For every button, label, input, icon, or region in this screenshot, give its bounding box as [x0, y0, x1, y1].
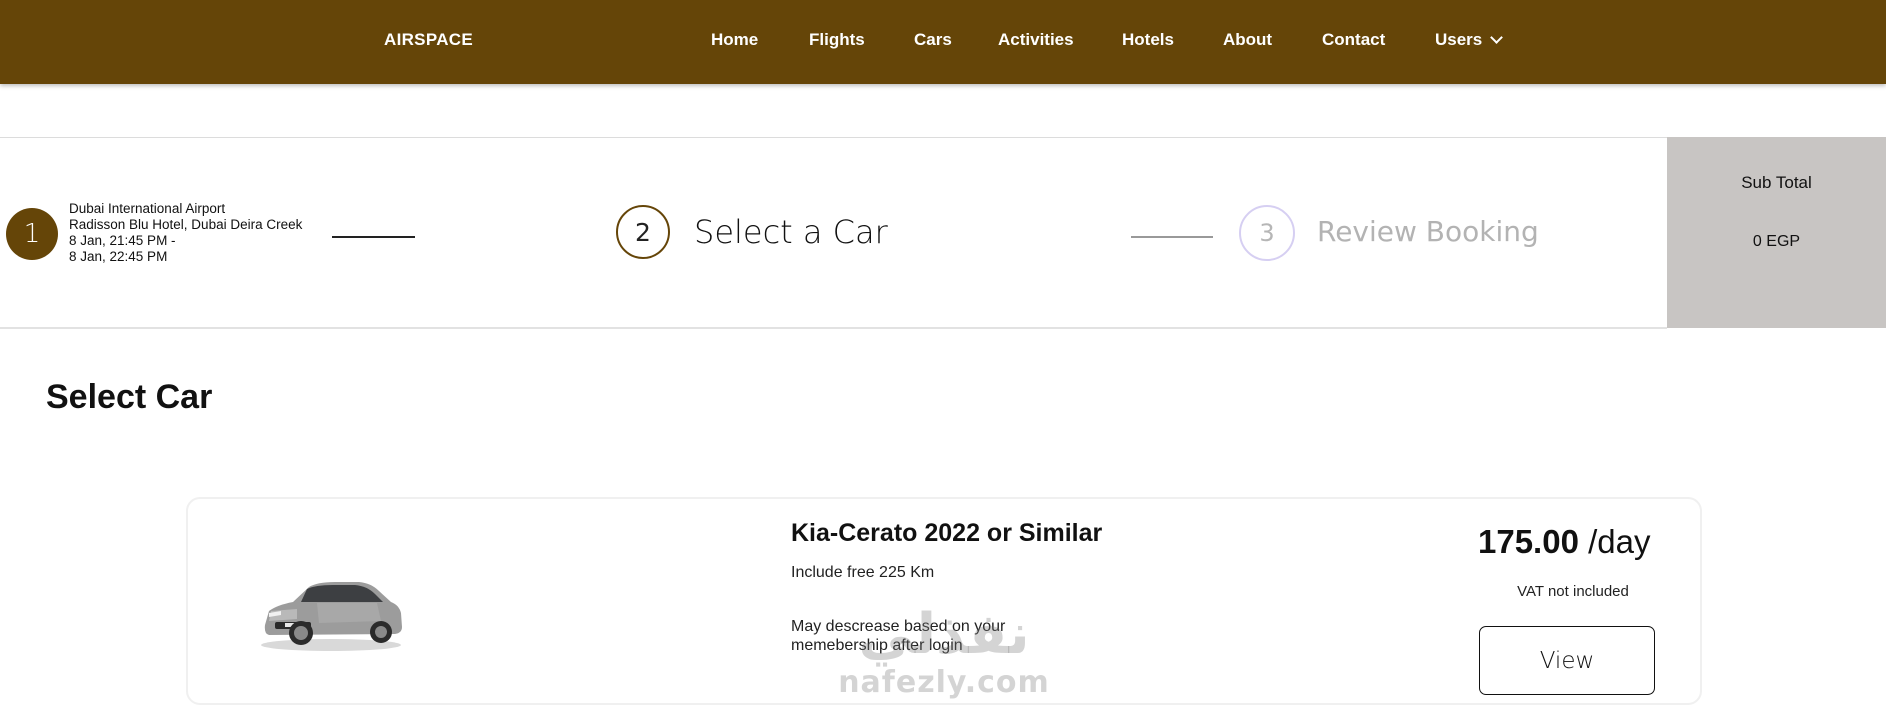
pickup-time: 8 Jan, 21:45 PM -	[69, 233, 176, 248]
nav-contact[interactable]: Contact	[1322, 30, 1385, 50]
nav-hotels[interactable]: Hotels	[1122, 30, 1174, 50]
nav-about[interactable]: About	[1223, 30, 1272, 50]
top-navbar: AIRSPACE Home Flights Cars Activities Ho…	[0, 0, 1886, 84]
subtotal-label: Sub Total	[1741, 173, 1812, 192]
nav-flights[interactable]: Flights	[809, 30, 865, 50]
stepper-top-divider	[0, 137, 1886, 138]
price-unit: /day	[1588, 523, 1651, 560]
step-1-circle: 1	[6, 208, 58, 260]
car-image	[261, 582, 402, 651]
brand-logo[interactable]: AIRSPACE	[384, 30, 473, 50]
car-free-km: Include free 225 Km	[791, 564, 935, 581]
car-card: Kia-Cerato 2022 or Similar Include free …	[186, 497, 1702, 705]
subtotal-panel: Sub Total 0 EGP	[1667, 137, 1886, 328]
nav-activities[interactable]: Activities	[998, 30, 1074, 50]
nav-cars[interactable]: Cars	[914, 30, 952, 50]
stepper-bottom-divider	[0, 327, 1667, 329]
step-2-circle: 2	[616, 205, 670, 259]
view-car-button[interactable]: View	[1479, 626, 1655, 695]
step-connector-2	[1131, 236, 1213, 238]
nav-home[interactable]: Home	[711, 30, 758, 50]
chevron-down-icon	[1490, 31, 1504, 44]
subtotal-value: 0 EGP	[1752, 233, 1801, 250]
step-2-label: Select a Car	[694, 213, 888, 251]
nav-users[interactable]: Users	[1435, 30, 1482, 50]
dropoff-time: 8 Jan, 22:45 PM	[69, 249, 168, 264]
dropoff-location: Radisson Blu Hotel, Dubai Deira Creek	[69, 217, 303, 232]
pickup-location: Dubai International Airport	[69, 201, 226, 216]
step-connector-1	[332, 236, 415, 238]
page-title: Select Car	[46, 378, 213, 416]
membership-note: May descrease based on your memebership …	[791, 618, 1006, 654]
step-1-summary: Dubai International Airport Radisson Blu…	[69, 201, 302, 265]
car-price: 175.00 /day	[1478, 523, 1650, 561]
nav-users-dropdown[interactable]: Users	[1435, 30, 1504, 50]
step-3-circle: 3	[1239, 205, 1295, 261]
step-3-label: Review Booking	[1317, 215, 1539, 248]
price-amount: 175.00	[1478, 523, 1579, 560]
vat-note: VAT not included	[1517, 583, 1629, 600]
car-name: Kia-Cerato 2022 or Similar	[791, 519, 1103, 547]
